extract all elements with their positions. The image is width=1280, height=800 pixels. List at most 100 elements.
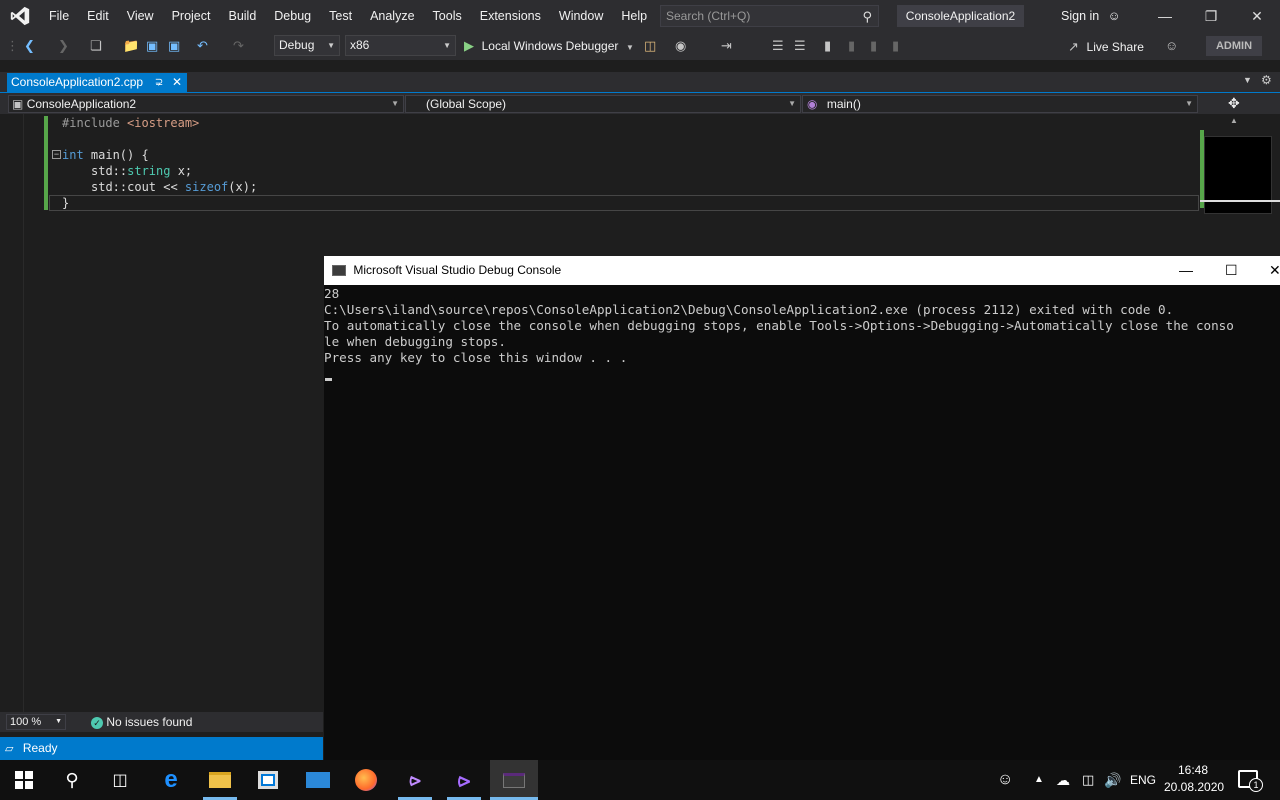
visual-studio-icon[interactable]: ⪧ xyxy=(440,760,488,800)
store-icon[interactable] xyxy=(244,760,292,800)
menu-build[interactable]: Build xyxy=(219,0,265,32)
chevron-down-icon: ▼ xyxy=(391,99,399,108)
console-output-line: Press any key to close this window . . . xyxy=(324,350,628,365)
play-icon: ▶ xyxy=(464,38,474,53)
tab-list-chevron-icon[interactable]: ▼ xyxy=(1243,75,1252,85)
menu-debug[interactable]: Debug xyxy=(265,0,320,32)
search-input[interactable]: Search (Ctrl+Q) ⚲ xyxy=(660,5,879,27)
bookmark-icon[interactable]: ▮ xyxy=(824,36,831,56)
open-folder-icon[interactable]: 📁 xyxy=(123,36,139,56)
share-icon: ↗ xyxy=(1068,39,1079,54)
console-title-bar[interactable]: Microsoft Visual Studio Debug Console — … xyxy=(324,256,1280,285)
console-close-button[interactable]: ✕ xyxy=(1269,256,1280,285)
configuration-select[interactable]: Debug ▼ xyxy=(274,35,340,56)
chevron-down-icon: ▼ xyxy=(1185,99,1193,108)
console-output-line: C:\Users\iland\source\repos\ConsoleAppli… xyxy=(324,302,1174,317)
menu-file[interactable]: File xyxy=(40,0,78,32)
camera-icon[interactable]: ◉ xyxy=(675,36,686,56)
close-tab-icon[interactable]: ✕ xyxy=(172,73,182,92)
back-icon[interactable]: ❮ xyxy=(24,36,35,56)
network-icon[interactable]: ◫ xyxy=(1082,760,1094,800)
status-icon: ▱ xyxy=(5,743,14,755)
project-value: ConsoleApplication2 xyxy=(26,97,137,111)
feedback-icon[interactable]: ☺ xyxy=(1165,36,1178,56)
tray-chevron-icon[interactable]: ▲ xyxy=(1034,760,1044,800)
close-button[interactable]: ✕ xyxy=(1234,0,1280,32)
menu-edit[interactable]: Edit xyxy=(78,0,118,32)
undo-icon[interactable]: ↶ xyxy=(197,36,208,56)
platform-select[interactable]: x86 ▼ xyxy=(345,35,456,56)
collapse-icon[interactable]: − xyxy=(52,150,61,159)
console-taskbar-icon[interactable] xyxy=(490,760,538,800)
member-select[interactable]: ◉ main() ▼ xyxy=(802,95,1198,113)
language-indicator[interactable]: ENG xyxy=(1130,760,1156,800)
menu-help[interactable]: Help xyxy=(612,0,656,32)
zoom-value: 100 % xyxy=(10,716,42,728)
notification-center-icon[interactable]: 1 xyxy=(1238,770,1263,792)
split-editor-icon[interactable]: ✥ xyxy=(1228,95,1240,112)
prev-bookmark-icon[interactable]: ▮ xyxy=(848,36,855,56)
issues-indicator[interactable]: ✓ No issues found xyxy=(91,715,192,729)
live-share-button[interactable]: ↗ Live Share xyxy=(1068,37,1144,57)
clock-time: 16:48 xyxy=(1177,763,1209,777)
firefox-icon[interactable] xyxy=(342,760,390,800)
step-icon[interactable]: ⇥ xyxy=(721,36,732,56)
account-badge[interactable]: ADMIN xyxy=(1206,36,1262,56)
people-icon[interactable]: ☺ xyxy=(997,760,1013,800)
code-line-1: #include <iostream> xyxy=(62,115,199,131)
code-line-3: int main() { xyxy=(62,147,149,163)
start-debugging-button[interactable]: ▶ Local Windows Debugger ▼ xyxy=(464,36,634,56)
file-explorer-icon[interactable] xyxy=(196,760,244,800)
project-select[interactable]: ▣ ConsoleApplication2 ▼ xyxy=(8,95,404,113)
search-taskbar-icon[interactable]: ⚲ xyxy=(48,760,96,800)
menu-window[interactable]: Window xyxy=(550,0,612,32)
menu-analyze[interactable]: Analyze xyxy=(361,0,423,32)
console-maximize-button[interactable]: ☐ xyxy=(1225,256,1238,285)
tab-consoleapplication2-cpp[interactable]: ConsoleApplication2.cpp ⊋ ✕ xyxy=(7,73,187,92)
redo-icon[interactable]: ↷ xyxy=(233,36,244,56)
editor-minimap[interactable]: ▲ xyxy=(1200,114,1280,256)
comment-lines-icon[interactable]: ☰ xyxy=(772,36,784,56)
check-icon: ✓ xyxy=(91,717,103,729)
search-placeholder: Search (Ctrl+Q) xyxy=(666,9,751,23)
menu-test[interactable]: Test xyxy=(320,0,361,32)
restore-button[interactable]: ❐ xyxy=(1188,0,1234,32)
save-all-icon[interactable]: ▣ xyxy=(168,36,180,56)
scope-select[interactable]: (Global Scope) ▼ xyxy=(405,95,801,113)
next-bookmark-icon[interactable]: ▮ xyxy=(870,36,877,56)
new-project-icon[interactable]: ❏ xyxy=(90,36,102,56)
project-icon: ▣ xyxy=(12,97,24,111)
closing-brace: } xyxy=(62,196,70,210)
menu-tools[interactable]: Tools xyxy=(424,0,471,32)
function-icon: ◉ xyxy=(807,97,818,111)
zoom-select[interactable]: 100 % ▼ xyxy=(6,714,66,730)
scroll-up-icon[interactable]: ▲ xyxy=(1230,116,1238,125)
volume-icon[interactable]: 🔊 xyxy=(1104,760,1121,800)
person-icon: ☺ xyxy=(1107,9,1121,23)
function-signature: main() { xyxy=(83,148,149,162)
mail-icon[interactable] xyxy=(294,760,342,800)
minimize-button[interactable]: — xyxy=(1142,0,1188,32)
menu-view[interactable]: View xyxy=(118,0,163,32)
menu-extensions[interactable]: Extensions xyxy=(471,0,550,32)
forward-icon[interactable]: ❯ xyxy=(58,36,69,56)
debug-console-window[interactable]: Microsoft Visual Studio Debug Console — … xyxy=(324,256,1280,760)
visual-studio-installer-icon[interactable]: ⪧ xyxy=(391,760,439,800)
console-minimize-button[interactable]: — xyxy=(1179,256,1193,285)
clear-bookmarks-icon[interactable]: ▮ xyxy=(892,36,899,56)
clock[interactable]: 16:48 20.08.2020 xyxy=(1164,762,1224,796)
uncomment-lines-icon[interactable]: ☰ xyxy=(794,36,806,56)
gear-icon[interactable]: ⚙ xyxy=(1261,73,1272,87)
sign-in-button[interactable]: Sign in ☺ xyxy=(1061,0,1120,32)
chevron-down-icon: ▼ xyxy=(443,41,451,50)
edge-icon[interactable]: e xyxy=(147,760,195,800)
process-icon[interactable]: ◫ xyxy=(644,36,656,56)
pin-icon[interactable]: ⊋ xyxy=(155,73,163,92)
chevron-down-icon: ▼ xyxy=(55,718,62,725)
onedrive-icon[interactable]: ☁ xyxy=(1056,760,1070,800)
task-view-icon[interactable]: ◫ xyxy=(96,760,144,800)
toolbar-grip: ⋮ xyxy=(6,38,19,53)
menu-project[interactable]: Project xyxy=(163,0,220,32)
save-icon[interactable]: ▣ xyxy=(146,36,158,56)
start-button[interactable] xyxy=(0,760,48,800)
